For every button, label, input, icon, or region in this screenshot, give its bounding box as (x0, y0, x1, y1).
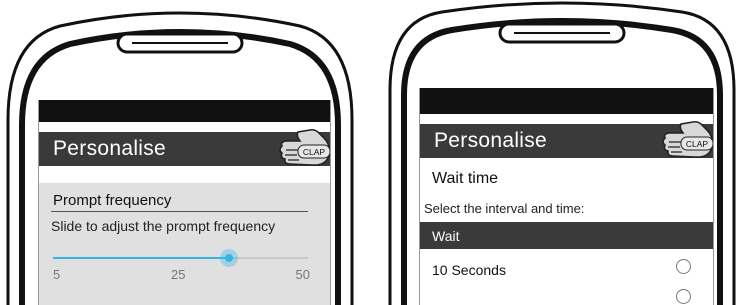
logo-text: CLAP (686, 139, 709, 149)
spacer (39, 166, 330, 183)
wait-time-panel: Wait time Select the interval and time: … (420, 158, 713, 305)
frequency-slider[interactable] (53, 249, 308, 267)
option-label: 10 Seconds (432, 262, 506, 278)
list-item[interactable]: 10 Seconds (420, 251, 713, 304)
page-title: Personalise (53, 137, 167, 160)
slider-thumb[interactable] (224, 254, 233, 262)
status-bar (39, 100, 330, 122)
preference-title: Wait time (432, 170, 499, 187)
left-phone: Personalise CLAP Prompt frequency Slide … (0, 0, 360, 305)
section-header: Wait (420, 222, 713, 249)
page-title: Personalise (434, 129, 548, 152)
slider-mid-label: 25 (171, 267, 186, 282)
clapping-hand-icon[interactable]: CLAP (657, 116, 714, 162)
logo-text: CLAP (303, 147, 326, 157)
clapping-hand-icon[interactable]: CLAP (274, 124, 331, 170)
section-header-label: Wait (432, 228, 460, 244)
status-bar (420, 88, 713, 114)
slider-max-label: 50 (295, 267, 310, 282)
radio-button[interactable] (676, 289, 691, 304)
divider (51, 211, 308, 212)
preference-summary: Slide to adjust the prompt frequency (51, 218, 276, 234)
right-screen: Personalise CLAP Wait time Select the in… (419, 88, 714, 305)
app-bar: Personalise CLAP (39, 128, 330, 166)
right-phone: Personalise CLAP Wait time Select the in… (382, 0, 742, 305)
preference-summary: Select the interval and time: (424, 201, 585, 216)
slider-fill (53, 257, 229, 259)
preference-title: Prompt frequency (53, 192, 172, 209)
radio-button[interactable] (676, 259, 691, 274)
app-bar: Personalise CLAP (420, 120, 713, 158)
left-screen: Personalise CLAP Prompt frequency Slide … (38, 100, 331, 305)
slider-min-label: 5 (53, 267, 61, 282)
preference-panel: Prompt frequency Slide to adjust the pro… (39, 183, 330, 305)
